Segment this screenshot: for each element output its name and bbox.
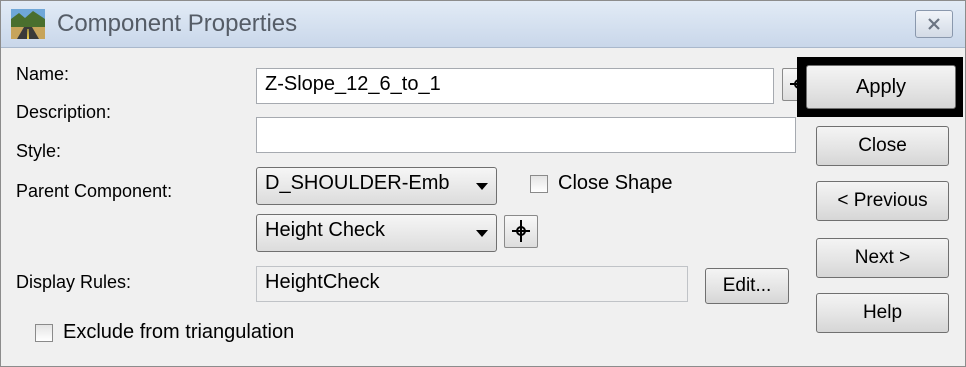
window-title: Component Properties <box>57 10 298 37</box>
style-dropdown[interactable]: D_SHOULDER-Emb <box>256 167 497 205</box>
close-shape-label: Close Shape <box>558 172 673 194</box>
chevron-down-icon <box>476 183 488 190</box>
parent-pick-button[interactable] <box>504 215 538 248</box>
description-input[interactable] <box>256 117 796 153</box>
title-bar: Component Properties <box>1 1 965 48</box>
exclude-triangulation-label: Exclude from triangulation <box>63 321 295 343</box>
display-rules-label: Display Rules: <box>16 272 132 292</box>
exclude-triangulation-checkbox[interactable] <box>35 324 53 342</box>
close-x-icon[interactable] <box>915 10 953 38</box>
description-label: Description: <box>16 102 112 122</box>
road-icon <box>11 9 45 39</box>
name-input[interactable]: Z-Slope_12_6_to_1 <box>256 68 774 104</box>
chevron-down-icon <box>476 230 488 237</box>
name-label: Name: <box>16 64 70 84</box>
help-button[interactable]: Help <box>816 293 949 333</box>
close-button[interactable]: Close <box>816 126 949 166</box>
parent-component-dropdown[interactable]: Height Check <box>256 214 497 252</box>
parent-component-label: Parent Component: <box>16 181 173 201</box>
component-properties-dialog: Component Properties Name: Z-Slope_12_6_… <box>0 0 966 367</box>
style-label: Style: <box>16 141 62 161</box>
edit-display-rules-button[interactable]: Edit... <box>705 268 789 304</box>
apply-button[interactable]: Apply <box>806 65 956 109</box>
display-rules-field: HeightCheck <box>256 266 688 302</box>
close-shape-checkbox[interactable] <box>530 175 548 193</box>
next-button[interactable]: Next > <box>816 238 949 278</box>
parent-component-value: Height Check <box>265 219 386 241</box>
previous-button[interactable]: < Previous <box>816 181 949 221</box>
style-dropdown-value: D_SHOULDER-Emb <box>265 172 450 194</box>
